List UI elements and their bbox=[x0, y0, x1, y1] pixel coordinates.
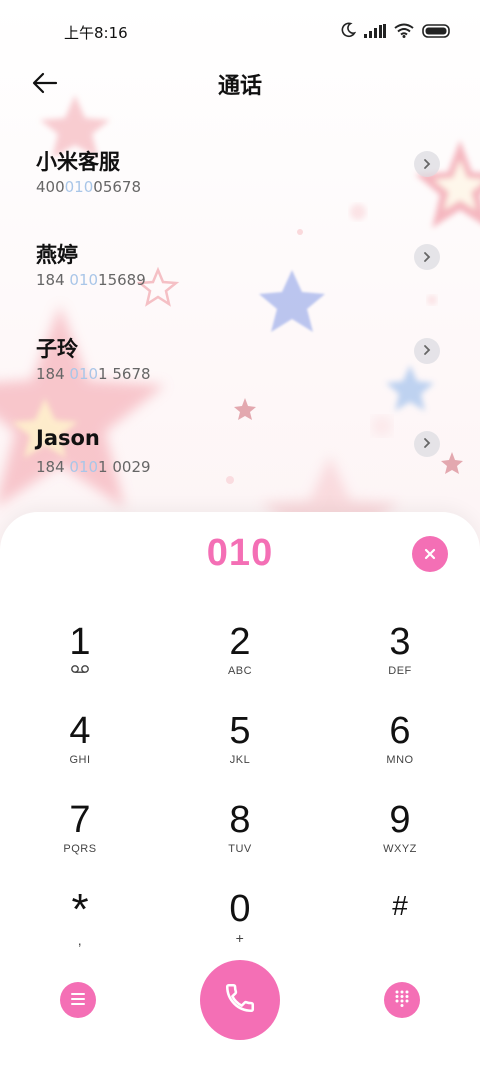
contact-name: 小米客服 bbox=[36, 150, 120, 174]
status-icons bbox=[340, 22, 452, 42]
number-match: 010 bbox=[69, 271, 99, 290]
key-star[interactable]: * , bbox=[20, 887, 140, 967]
number-prefix: 184 bbox=[36, 457, 70, 476]
call-button[interactable] bbox=[200, 960, 280, 1040]
moon-icon bbox=[340, 22, 357, 42]
contact-item[interactable]: 子玲 184 0101 5678 bbox=[0, 327, 480, 420]
key-letters: PQRS bbox=[63, 843, 97, 855]
contact-number: 184 0101 0029 bbox=[36, 458, 151, 476]
key-digit: 6 bbox=[389, 710, 411, 752]
number-suffix: 05678 bbox=[93, 178, 141, 196]
key-7[interactable]: 7 PQRS bbox=[20, 798, 140, 878]
key-1[interactable]: 1 bbox=[20, 620, 140, 700]
key-digit: 7 bbox=[69, 799, 91, 841]
voicemail-icon bbox=[20, 664, 140, 678]
number-match: 010 bbox=[64, 178, 94, 196]
number-suffix: 15689 bbox=[98, 271, 146, 290]
key-letters: JKL bbox=[229, 754, 251, 766]
page-title: 通话 bbox=[217, 74, 262, 99]
number-suffix: 1 0029 bbox=[98, 457, 151, 476]
key-letters: MNO bbox=[386, 754, 414, 766]
status-bar: 上午8:16 bbox=[0, 0, 480, 62]
key-digit: 3 bbox=[389, 621, 411, 663]
contact-name: 子玲 bbox=[36, 336, 78, 361]
dialed-number: 010 bbox=[206, 532, 274, 574]
key-digit: 5 bbox=[229, 710, 251, 752]
key-digit: 2 bbox=[229, 621, 251, 663]
key-8[interactable]: 8 TUV bbox=[180, 798, 300, 878]
contact-detail-button[interactable] bbox=[414, 337, 440, 364]
number-match: 010 bbox=[69, 364, 99, 383]
dialpad-toggle-button[interactable] bbox=[384, 982, 420, 1018]
key-9[interactable]: 9 WXYZ bbox=[340, 798, 460, 878]
phone-icon bbox=[223, 981, 257, 1019]
contact-name: 燕婷 bbox=[36, 243, 78, 268]
key-letters: , bbox=[77, 932, 83, 948]
menu-button[interactable] bbox=[60, 982, 96, 1018]
number-prefix: 400 bbox=[36, 178, 65, 196]
menu-icon bbox=[70, 991, 86, 1010]
contact-item[interactable]: Jason 184 0101 0029 bbox=[0, 420, 480, 513]
app-header: 通话 bbox=[0, 62, 480, 104]
contact-item[interactable]: 燕婷 184 01015689 bbox=[0, 233, 480, 326]
key-2[interactable]: 2 ABC bbox=[180, 620, 300, 700]
contact-list: 小米客服 40001005678 燕婷 184 01015689 子玲 184 … bbox=[0, 140, 480, 513]
key-letters: GHI bbox=[69, 754, 91, 766]
key-digit: # bbox=[392, 890, 408, 921]
wifi-icon bbox=[394, 23, 414, 42]
status-time: 上午8:16 bbox=[64, 24, 128, 42]
chevron-right-icon bbox=[421, 341, 433, 360]
chevron-right-icon bbox=[421, 155, 433, 174]
signal-icon bbox=[364, 23, 386, 42]
contact-detail-button[interactable] bbox=[414, 151, 440, 177]
key-3[interactable]: 3 DEF bbox=[340, 620, 460, 700]
dialpad-icon bbox=[394, 989, 410, 1011]
contact-name: Jason bbox=[36, 425, 100, 450]
dialer-panel: 010 1 2 ABC 3 DEF 4 GHI 5 JKL 6 MNO 7 PQ… bbox=[0, 512, 480, 1066]
contact-detail-button[interactable] bbox=[414, 244, 440, 271]
key-digit: * bbox=[71, 885, 89, 934]
close-icon bbox=[424, 545, 436, 564]
contact-number: 184 0101 5678 bbox=[36, 365, 151, 383]
key-5[interactable]: 5 JKL bbox=[180, 709, 300, 789]
key-letters: ABC bbox=[227, 665, 253, 677]
key-letters: DEF bbox=[388, 665, 412, 677]
number-match: 010 bbox=[69, 457, 99, 476]
dialer-actions bbox=[0, 960, 480, 1042]
clear-button[interactable] bbox=[412, 536, 448, 572]
key-digit: 1 bbox=[69, 621, 91, 663]
key-digit: 9 bbox=[389, 799, 411, 841]
key-letters: TUV bbox=[228, 843, 252, 855]
key-letters bbox=[340, 925, 460, 939]
contact-number: 184 01015689 bbox=[36, 271, 146, 289]
chevron-right-icon bbox=[421, 248, 433, 267]
contact-item[interactable]: 小米客服 40001005678 bbox=[0, 140, 480, 233]
key-letters: + bbox=[235, 930, 245, 946]
contact-number: 40001005678 bbox=[36, 178, 141, 196]
key-4[interactable]: 4 GHI bbox=[20, 709, 140, 789]
key-hash[interactable]: # bbox=[340, 887, 460, 967]
key-0[interactable]: 0 + bbox=[180, 887, 300, 967]
key-digit: 8 bbox=[229, 799, 251, 841]
number-prefix: 184 bbox=[36, 271, 70, 290]
chevron-right-icon bbox=[421, 434, 433, 453]
number-suffix: 1 5678 bbox=[98, 364, 151, 383]
key-letters: WXYZ bbox=[383, 843, 417, 855]
number-prefix: 184 bbox=[36, 364, 70, 383]
key-digit: 4 bbox=[69, 710, 91, 752]
key-digit: 0 bbox=[229, 888, 251, 930]
key-6[interactable]: 6 MNO bbox=[340, 709, 460, 789]
battery-icon bbox=[422, 23, 452, 42]
contact-detail-button[interactable] bbox=[414, 430, 440, 457]
